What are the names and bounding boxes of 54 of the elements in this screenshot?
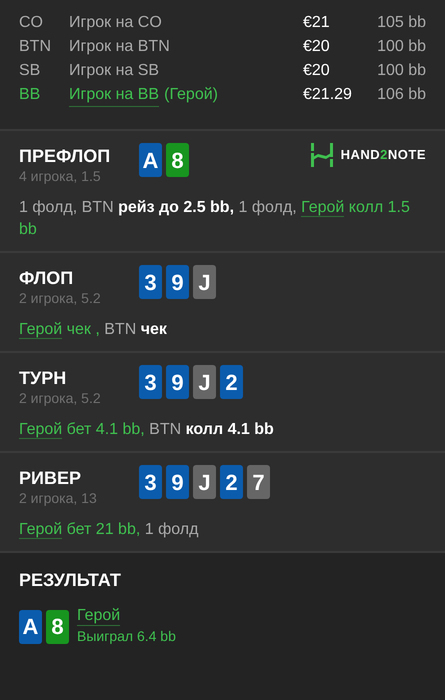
- hero-link[interactable]: Герой: [19, 421, 62, 439]
- stack-amount: €20: [303, 37, 331, 57]
- playing-card: A: [139, 143, 162, 177]
- playing-card: 8: [166, 143, 189, 177]
- result-amount: Выиграл 6.4 bb: [77, 627, 176, 646]
- action-line: Герой бет 21 bb, 1 фолд: [19, 520, 200, 541]
- street-title: ПРЕФЛОП: [19, 145, 112, 167]
- playing-card: J: [193, 465, 216, 499]
- logo-icon: [310, 143, 333, 167]
- playing-card: 9: [166, 365, 189, 399]
- street-subtitle: 2 игрока, 13: [19, 489, 98, 507]
- player-link[interactable]: Игрок на BB: [69, 85, 160, 107]
- stack-amount: €21: [303, 13, 331, 33]
- street-subtitle: 4 игрока, 1.5: [19, 167, 102, 185]
- player-name: Игрок на BTN: [69, 37, 170, 57]
- playing-card: 2: [220, 465, 243, 499]
- position-label: CO: [19, 13, 44, 33]
- playing-card: 7: [247, 465, 270, 499]
- playing-card: 8: [46, 610, 69, 644]
- stack-bb: 106 bb: [376, 85, 426, 105]
- playing-card: 9: [166, 465, 189, 499]
- street-subtitle: 2 игрока, 5.2: [19, 289, 102, 307]
- street-title: ФЛОП: [19, 267, 74, 289]
- stack-bb: 100 bb: [376, 61, 426, 81]
- position-label: SB: [19, 61, 42, 81]
- playing-card: 3: [139, 365, 162, 399]
- playing-card: 9: [166, 265, 189, 299]
- hero-link[interactable]: Герой: [77, 607, 120, 626]
- player-name: Игрок на SB: [69, 61, 160, 81]
- playing-card: 2: [220, 365, 243, 399]
- playing-card: 3: [139, 465, 162, 499]
- result-title: РЕЗУЛЬТАТ: [19, 569, 122, 591]
- stack-bb: 105 bb: [376, 13, 426, 33]
- logo-text: HAND2NOTE: [340, 146, 426, 164]
- playing-card: 3: [139, 265, 162, 299]
- position-label: BTN: [19, 37, 52, 57]
- hero-link[interactable]: Герой: [301, 199, 344, 217]
- hero-link[interactable]: Герой: [19, 521, 62, 539]
- street-title: РИВЕР: [19, 467, 82, 489]
- position-label: BB: [19, 85, 42, 105]
- street-subtitle: 2 игрока, 5.2: [19, 389, 102, 407]
- hero-note: (Герой): [164, 85, 218, 105]
- player-name: Игрок на CO: [69, 13, 162, 33]
- playing-card: A: [19, 610, 42, 644]
- stack-amount: €21.29: [303, 85, 353, 105]
- action-line: Герой бет 4.1 bb, BTN колл 4.1 bb: [19, 420, 275, 441]
- stack-amount: €20: [303, 61, 331, 81]
- street-title: ТУРН: [19, 367, 68, 389]
- playing-card: J: [193, 265, 216, 299]
- stack-bb: 100 bb: [376, 37, 426, 57]
- playing-card: J: [193, 365, 216, 399]
- hero-link[interactable]: Герой: [19, 321, 62, 339]
- action-line: 1 фолд, BTN рейз до 2.5 bb, 1 фолд, Герой колл 1.5 bb: [19, 198, 411, 240]
- action-line: Герой чек , BTN чек: [19, 320, 168, 341]
